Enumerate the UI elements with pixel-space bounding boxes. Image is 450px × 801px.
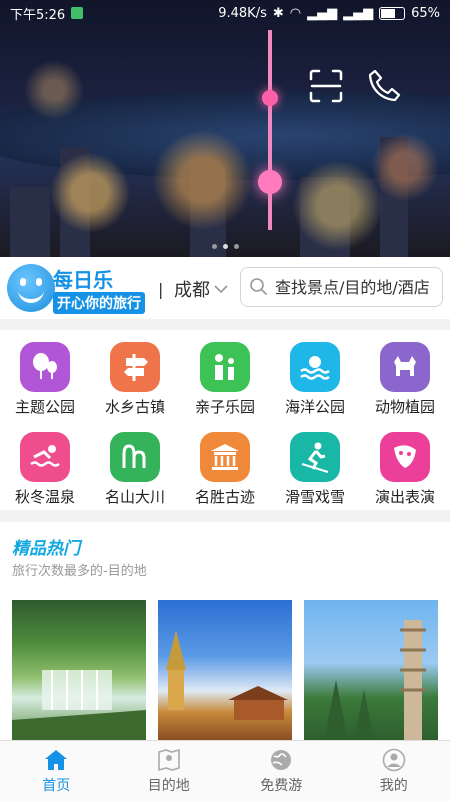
city-selector[interactable]: 成都 — [174, 276, 228, 302]
category-historic-sites[interactable]: 名胜古迹 — [180, 420, 270, 510]
logo-title: 每日乐 — [53, 264, 113, 293]
hero-tv-tower — [262, 30, 278, 230]
chevron-down-icon — [214, 284, 228, 294]
section-subtitle: 旅行次数最多的-目的地 — [12, 560, 147, 579]
search-input[interactable] — [273, 277, 443, 298]
category-label: 名胜古迹 — [195, 486, 255, 507]
pagoda-image — [304, 600, 438, 740]
category-water-town[interactable]: 水乡古镇 — [90, 330, 180, 420]
mask-icon — [380, 432, 430, 482]
category-label: 主题公园 — [15, 396, 75, 417]
home-icon — [43, 748, 69, 772]
waterfall-image — [12, 600, 146, 740]
balloon-icon — [20, 342, 70, 392]
carousel-dots — [0, 244, 450, 249]
tab-destination[interactable]: 目的地 — [113, 741, 226, 801]
category-hot-spring[interactable]: 秋冬温泉 — [0, 420, 90, 510]
category-label: 动物植园 — [375, 396, 435, 417]
phone-icon[interactable] — [366, 68, 402, 104]
destination-card-pagoda[interactable] — [304, 600, 438, 740]
category-zoo-botanic[interactable]: 动物植园 — [360, 330, 450, 420]
section-title: 精品热门 — [12, 534, 80, 559]
category-family-park[interactable]: 亲子乐园 — [180, 330, 270, 420]
category-label: 海洋公园 — [285, 396, 345, 417]
category-label: 滑雪戏雪 — [285, 486, 345, 507]
search-icon — [249, 277, 269, 297]
category-theme-park[interactable]: 主题公园 — [0, 330, 90, 420]
signpost-icon — [110, 342, 160, 392]
category-label: 亲子乐园 — [195, 396, 255, 417]
tab-free-tour[interactable]: 免费游 — [225, 741, 338, 801]
city-label: 成都 — [174, 276, 210, 302]
tab-label: 首页 — [42, 775, 70, 795]
globe-icon — [268, 748, 294, 772]
category-label: 水乡古镇 — [105, 396, 165, 417]
swim-icon — [20, 432, 70, 482]
bluetooth-icon: ✱ — [273, 6, 284, 21]
category-mountains[interactable]: 名山大川 — [90, 420, 180, 510]
mountain-icon — [110, 432, 160, 482]
map-pin-icon — [156, 748, 182, 772]
shield-icon — [71, 7, 83, 19]
user-icon — [381, 748, 407, 772]
smiley-icon — [7, 264, 55, 312]
signal-icon: ▂▄▆ — [307, 6, 337, 21]
bottom-tab-bar: 首页 目的地 免费游 我的 — [0, 740, 450, 801]
hot-section: 精品热门 旅行次数最多的-目的地 — [0, 522, 450, 740]
category-label: 演出表演 — [375, 486, 435, 507]
logo-slogan: 开心你的旅行 — [53, 292, 145, 314]
animal-icon — [380, 342, 430, 392]
category-shows[interactable]: 演出表演 — [360, 420, 450, 510]
wifi-icon: ◠ — [290, 6, 301, 21]
app-logo: 每日乐 开心你的旅行 — [7, 262, 147, 314]
tab-label: 免费游 — [260, 775, 302, 795]
status-bar: 下午5:26 9.48K/s ✱ ◠ ▂▄▆ ▂▄▆ 65% — [0, 0, 450, 26]
header-divider: | — [158, 280, 163, 299]
destination-card-waterfall[interactable] — [12, 600, 146, 740]
hero-banner[interactable] — [0, 0, 450, 257]
ski-icon — [290, 432, 340, 482]
search-box[interactable] — [240, 267, 443, 307]
tab-label: 我的 — [380, 775, 408, 795]
tab-home[interactable]: 首页 — [0, 741, 113, 801]
battery-icon — [379, 7, 405, 20]
hero-city-lights — [0, 0, 450, 257]
signal-icon: ▂▄▆ — [343, 6, 373, 21]
temple-icon — [200, 432, 250, 482]
tab-mine[interactable]: 我的 — [338, 741, 450, 801]
scan-icon[interactable] — [308, 68, 344, 104]
destination-card-emei[interactable] — [158, 600, 292, 740]
status-battery: 65% — [411, 6, 440, 21]
category-grid: 主题公园 水乡古镇 亲子乐园 海洋公园 动物植园 秋冬温泉 名山大川 — [0, 330, 450, 510]
category-label: 秋冬温泉 — [15, 486, 75, 507]
category-ocean-park[interactable]: 海洋公园 — [270, 330, 360, 420]
buddha-temple-image — [158, 600, 292, 740]
status-time: 下午5:26 — [10, 4, 65, 23]
status-network-speed: 9.48K/s — [218, 6, 267, 21]
category-label: 名山大川 — [105, 486, 165, 507]
category-skiing[interactable]: 滑雪戏雪 — [270, 420, 360, 510]
family-icon — [200, 342, 250, 392]
sun-sea-icon — [290, 342, 340, 392]
tab-label: 目的地 — [148, 775, 190, 795]
